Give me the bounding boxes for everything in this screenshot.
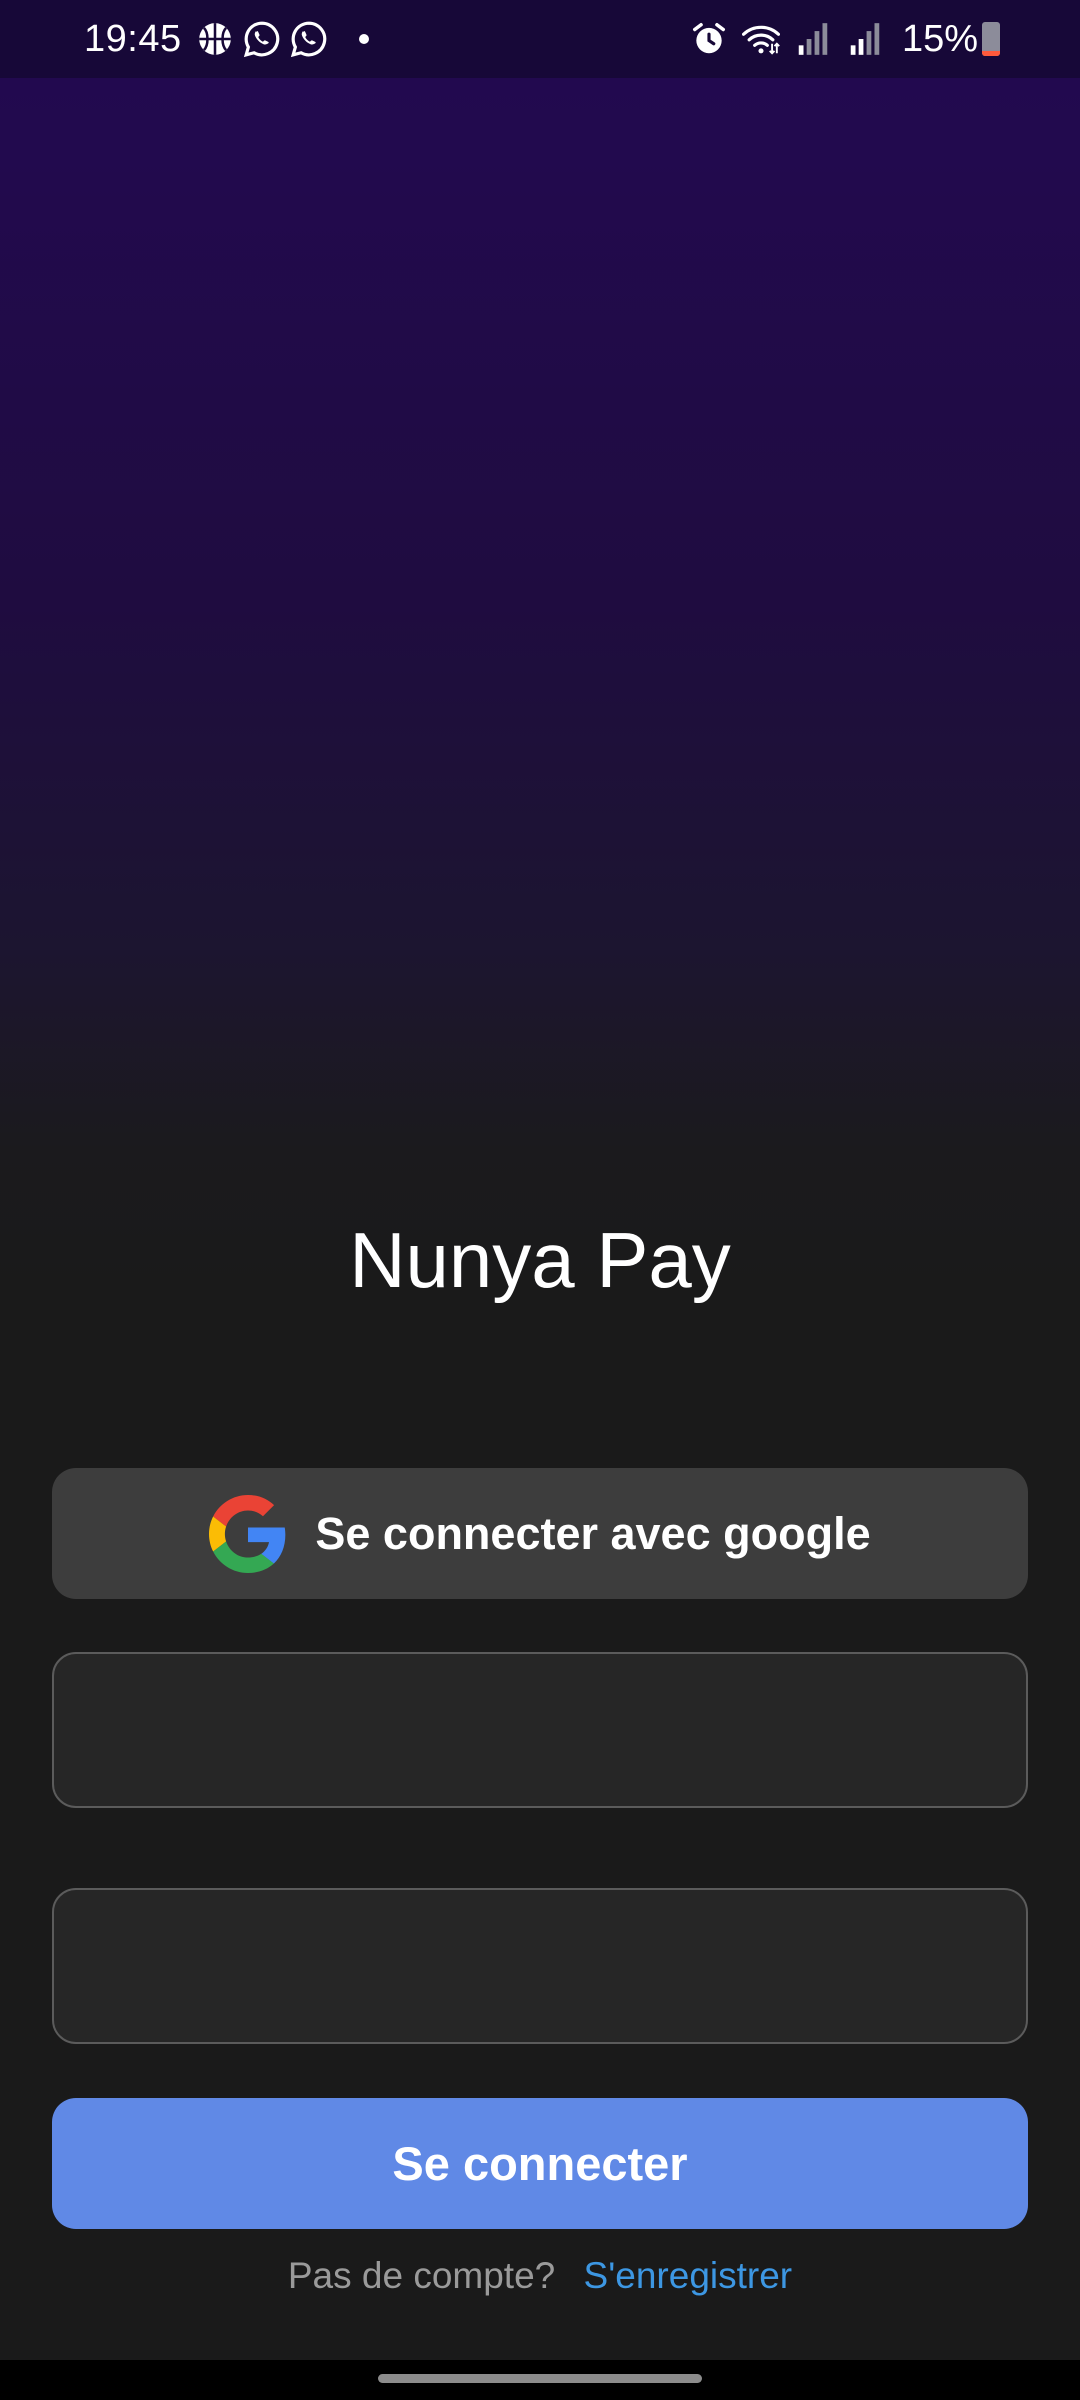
register-line: Pas de compte? S'enregistrer [0,2255,1080,2297]
password-field[interactable] [52,1888,1028,2044]
status-time: 19:45 [84,17,182,60]
wifi-icon [741,25,780,55]
google-signin-button[interactable]: Se connecter avec google [52,1468,1028,1599]
status-bar: 19:45 15% [0,0,1080,78]
register-link[interactable]: S'enregistrer [584,2255,793,2296]
whatsapp-icon [290,21,326,58]
google-signin-label: Se connecter avec google [315,1507,871,1559]
login-screen: 19:45 15% Nunya Pay Se connecter avec go… [0,0,1080,2400]
email-field[interactable] [52,1652,1028,1808]
whatsapp-icon [243,21,279,58]
status-bar-right: 15% [690,0,1000,78]
battery-level-fill [982,50,1000,56]
battery-icon [982,22,1000,56]
google-logo-icon [209,1494,286,1573]
notification-dot-icon [358,34,369,44]
battery-percent: 15% [901,17,978,60]
basketball-icon [198,23,231,55]
status-bar-left: 19:45 [84,0,369,78]
register-prompt: Pas de compte? [287,2255,556,2296]
home-indicator[interactable] [378,2374,702,2383]
signal-icon [798,23,828,55]
alarm-icon [692,23,725,54]
signal-icon [850,23,880,55]
app-title: Nunya Pay [349,1216,731,1304]
login-button[interactable]: Se connecter [52,2098,1028,2229]
